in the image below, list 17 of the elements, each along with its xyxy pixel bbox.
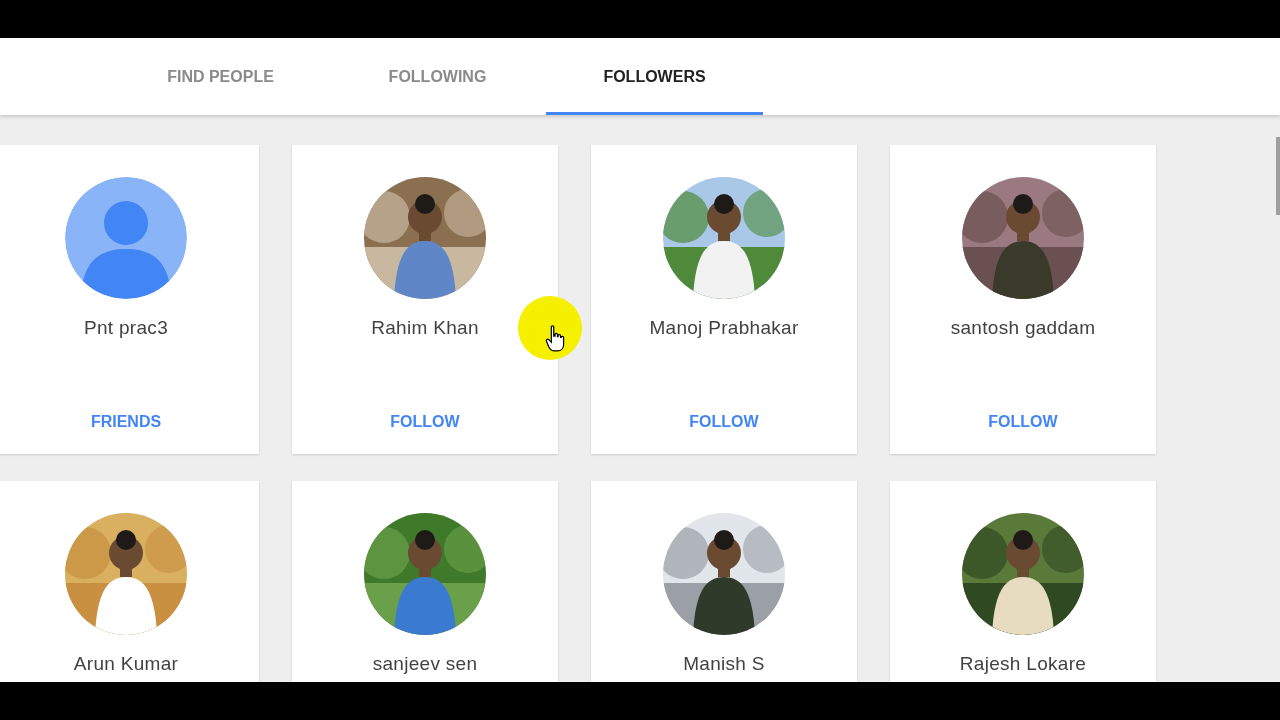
person-name: Manish S: [683, 653, 765, 675]
person-name: Rahim Khan: [371, 317, 479, 339]
tab[interactable]: FOLLOWING: [329, 38, 546, 115]
person-name: Manoj Prabhakar: [649, 317, 799, 339]
person-name: Pnt prac3: [84, 317, 168, 339]
avatar-icon: [65, 177, 187, 299]
follow-button[interactable]: FRIENDS: [82, 409, 170, 435]
person-name: Rajesh Lokare: [959, 653, 1087, 675]
follow-button[interactable]: FOLLOW: [382, 409, 468, 435]
tab[interactable]: FIND PEOPLE: [112, 38, 329, 115]
person-name: Arun Kumar: [73, 653, 179, 675]
person-name: santosh gaddam: [950, 317, 1096, 339]
person-name: sanjeev sen: [372, 653, 478, 675]
follow-button[interactable]: FOLLOW: [980, 409, 1066, 435]
hand-cursor-icon: [545, 325, 565, 352]
follow-button[interactable]: FOLLOW: [681, 409, 767, 435]
scrollbar-thumb[interactable]: [1276, 137, 1280, 215]
